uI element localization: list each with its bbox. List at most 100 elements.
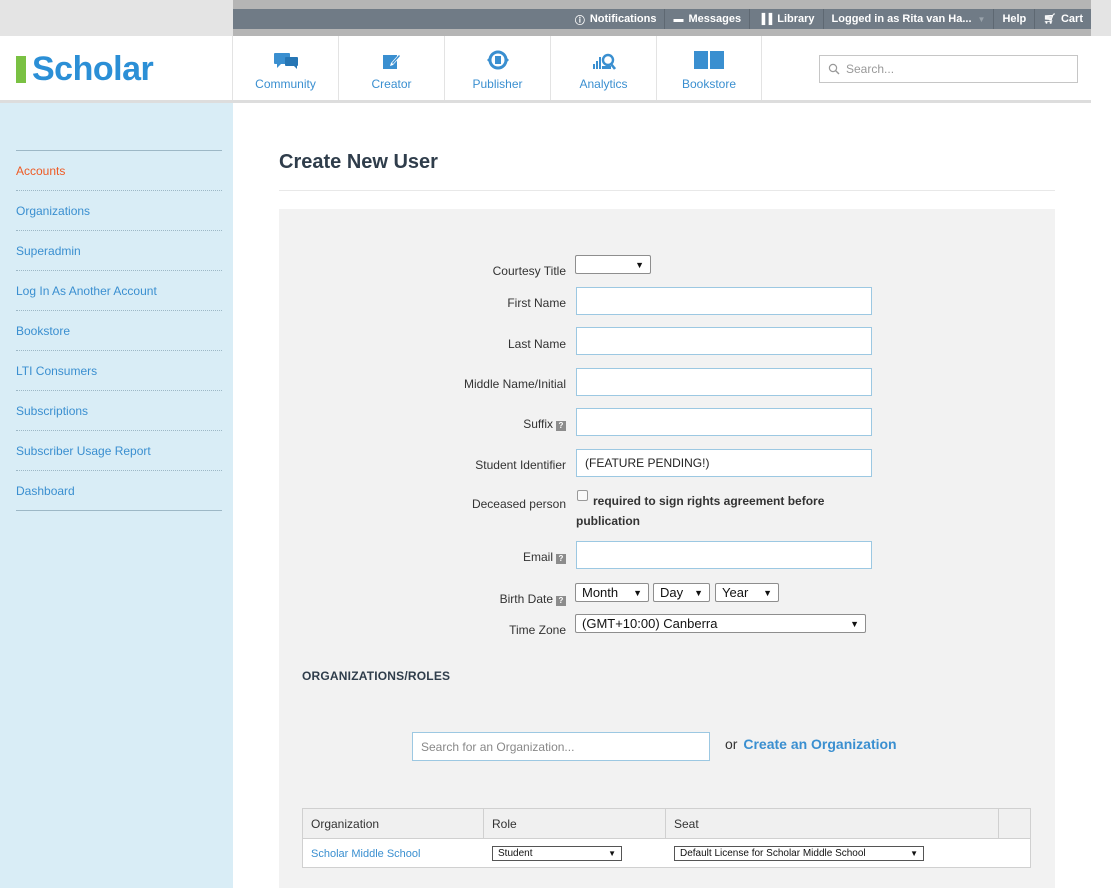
cart-label: Cart: [1060, 13, 1083, 25]
organizations-heading: ORGANIZATIONS/ROLES: [302, 669, 451, 683]
nav-creator[interactable]: Creator: [338, 36, 444, 100]
messages-link[interactable]: ▬ Messages: [664, 9, 749, 29]
birth-day-value: Day: [660, 585, 684, 600]
column-header-seat: Seat: [666, 809, 999, 838]
organization-cell[interactable]: Scholar Middle School: [303, 839, 484, 868]
suffix-field[interactable]: [576, 408, 872, 436]
notifications-link[interactable]: ⓘ Notifications: [567, 9, 665, 29]
title-divider: [279, 190, 1055, 191]
role-select[interactable]: Student ▼: [492, 846, 622, 861]
table-header-row: Organization Role Seat: [303, 809, 1030, 839]
first-name-field[interactable]: [576, 287, 872, 315]
birth-date-label: Birth Date?: [386, 592, 566, 606]
column-header-actions: [999, 809, 1030, 838]
nav-analytics[interactable]: Analytics: [550, 36, 656, 100]
last-name-field[interactable]: [576, 327, 872, 355]
help-icon[interactable]: ?: [556, 421, 566, 431]
suffix-label: Suffix?: [386, 417, 566, 431]
courtesy-title-label: Courtesy Title: [386, 264, 566, 278]
student-id-label-text: Student Identifier: [475, 458, 566, 472]
top-nav: ⓘ Notifications ▬ Messages ▐▐ Library Lo…: [233, 9, 1091, 29]
courtesy-title-select[interactable]: ▼: [575, 255, 651, 274]
help-icon[interactable]: ?: [556, 596, 566, 606]
messages-label: Messages: [688, 13, 742, 25]
sidebar-item-accounts[interactable]: Accounts: [16, 151, 222, 191]
nav-publisher[interactable]: Publisher: [444, 36, 550, 100]
sidebar-menu: Accounts Organizations Superadmin Log In…: [16, 150, 222, 511]
create-organization-link[interactable]: Create an Organization: [743, 736, 896, 752]
nav-bookstore-label: Bookstore: [681, 77, 737, 91]
cart-link[interactable]: 🛒︎ Cart: [1034, 9, 1091, 29]
birth-year-select[interactable]: Year ▼: [715, 583, 779, 602]
student-id-field[interactable]: (FEATURE PENDING!): [576, 449, 872, 477]
timezone-label: Time Zone: [386, 623, 566, 637]
help-link[interactable]: Help: [993, 9, 1034, 29]
analytics-chart-icon: [592, 53, 616, 70]
birth-year-value: Year: [722, 585, 749, 600]
chevron-down-icon: ▼: [977, 14, 986, 24]
sidebar-item-log-in-as[interactable]: Log In As Another Account: [16, 271, 222, 311]
student-id-label: Student Identifier: [386, 458, 566, 472]
sidebar-item-organizations[interactable]: Organizations: [16, 191, 222, 231]
deceased-label-text: Deceased person: [471, 497, 566, 511]
sidebar-item-subscriptions[interactable]: Subscriptions: [16, 391, 222, 431]
library-label: Library: [777, 13, 815, 25]
sidebar-item-bookstore[interactable]: Bookstore: [16, 311, 222, 351]
birth-day-select[interactable]: Day ▼: [653, 583, 710, 602]
timezone-value: (GMT+10:00) Canberra: [582, 616, 718, 631]
last-name-label: Last Name: [386, 337, 566, 351]
middle-name-field[interactable]: [576, 368, 872, 396]
table-row: Scholar Middle School Student ▼ Default …: [303, 839, 1030, 868]
seat-cell: Default License for Scholar Middle Schoo…: [666, 839, 999, 868]
sidebar-item-lti-consumers[interactable]: LTI Consumers: [16, 351, 222, 391]
user-menu-label: Logged in as Rita van Ha...: [831, 13, 972, 25]
page-title: Create New User: [279, 151, 438, 173]
email-label: Email?: [386, 550, 566, 564]
birth-month-select[interactable]: Month ▼: [575, 583, 649, 602]
help-icon[interactable]: ?: [556, 554, 566, 564]
library-link[interactable]: ▐▐ Library: [749, 9, 822, 29]
nav-community[interactable]: Community: [232, 36, 338, 100]
scholar-logo[interactable]: Scholar: [16, 50, 154, 89]
chevron-down-icon: ▼: [694, 587, 703, 598]
timezone-select[interactable]: (GMT+10:00) Canberra ▼: [575, 614, 866, 633]
top-bar-right-gutter: [1091, 0, 1111, 36]
search-input[interactable]: Search...: [819, 55, 1078, 83]
last-name-label-text: Last Name: [507, 337, 566, 351]
chevron-down-icon: ▼: [608, 849, 616, 858]
seat-select[interactable]: Default License for Scholar Middle Schoo…: [674, 846, 924, 861]
chat-bubbles-icon: [273, 53, 298, 69]
deceased-description: required to sign rights agreement before…: [576, 494, 825, 528]
email-label-text: Email: [522, 550, 553, 564]
publish-cycle-icon: [486, 50, 509, 70]
timezone-label-text: Time Zone: [509, 623, 566, 637]
suffix-label-text: Suffix: [523, 417, 553, 431]
sidebar-item-superadmin[interactable]: Superadmin: [16, 231, 222, 271]
or-text: or: [725, 736, 738, 752]
column-header-role: Role: [484, 809, 666, 838]
seat-value: Default License for Scholar Middle Schoo…: [680, 848, 866, 859]
books-icon: ▐▐: [758, 13, 773, 25]
organization-search-input[interactable]: Search for an Organization...: [412, 732, 710, 761]
chevron-down-icon: ▼: [635, 259, 644, 270]
birth-month-value: Month: [582, 585, 619, 600]
cart-icon: 🛒︎: [1043, 13, 1056, 25]
email-field[interactable]: [576, 541, 872, 569]
info-icon: ⓘ: [574, 15, 585, 27]
first-name-label-text: First Name: [507, 296, 566, 310]
user-menu[interactable]: Logged in as Rita van Ha... ▼: [822, 9, 994, 29]
notifications-label: Notifications: [589, 13, 657, 25]
sidebar: Accounts Organizations Superadmin Log In…: [0, 103, 233, 888]
logo-mark: [16, 56, 26, 83]
role-cell: Student ▼: [484, 839, 666, 868]
organizations-table: Organization Role Seat Scholar Middle Sc…: [302, 808, 1031, 868]
birth-date-label-text: Birth Date: [499, 592, 553, 606]
help-label: Help: [1002, 13, 1027, 25]
sidebar-item-dashboard[interactable]: Dashboard: [16, 471, 222, 511]
top-bar: ⓘ Notifications ▬ Messages ▐▐ Library Lo…: [0, 0, 1111, 36]
nav-creator-label: Creator: [371, 77, 412, 91]
chevron-down-icon: ▼: [910, 849, 918, 858]
sidebar-item-usage-report[interactable]: Subscriber Usage Report: [16, 431, 222, 471]
nav-bookstore[interactable]: Bookstore: [656, 36, 762, 100]
search-icon: [828, 63, 840, 75]
